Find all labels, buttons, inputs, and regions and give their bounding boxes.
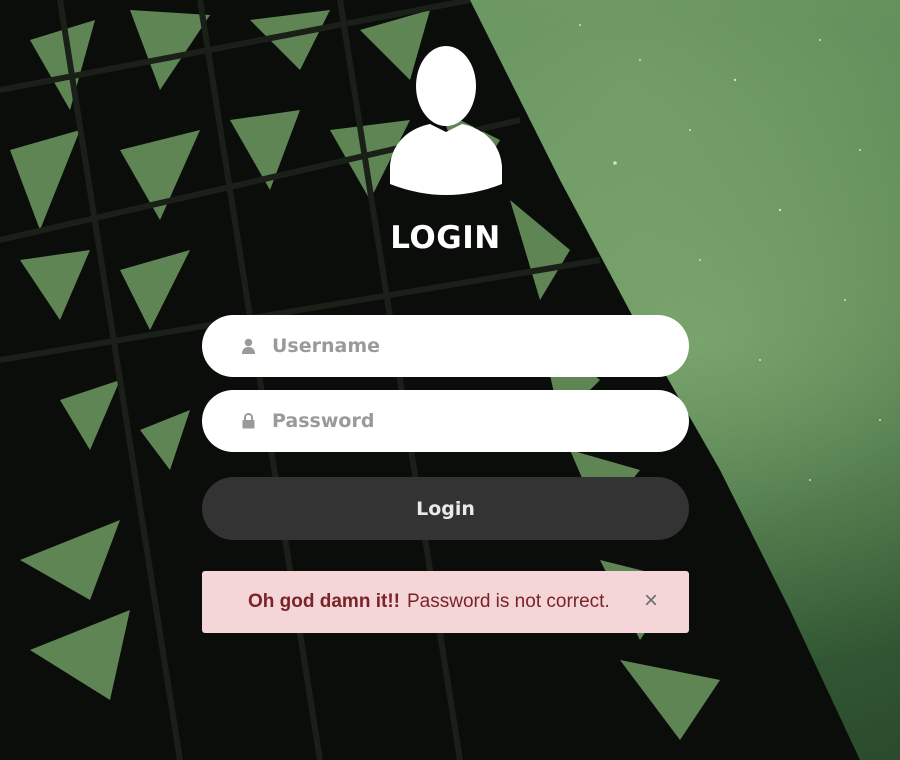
alert-message: Password is not correct. — [406, 591, 610, 612]
username-input[interactable] — [270, 334, 654, 358]
error-alert: Oh god damn it!! Password is not correct… — [202, 571, 689, 633]
alert-strong-text: Oh god damn it!! — [248, 591, 400, 612]
login-button[interactable]: Login — [202, 477, 689, 540]
user-avatar-icon — [388, 44, 504, 196]
lock-icon — [240, 412, 256, 430]
password-input[interactable] — [270, 409, 654, 433]
user-icon — [240, 337, 256, 355]
username-field[interactable] — [202, 315, 689, 377]
page-title: LOGIN — [390, 220, 501, 256]
password-field[interactable] — [202, 390, 689, 452]
close-icon[interactable]: × — [641, 589, 661, 613]
